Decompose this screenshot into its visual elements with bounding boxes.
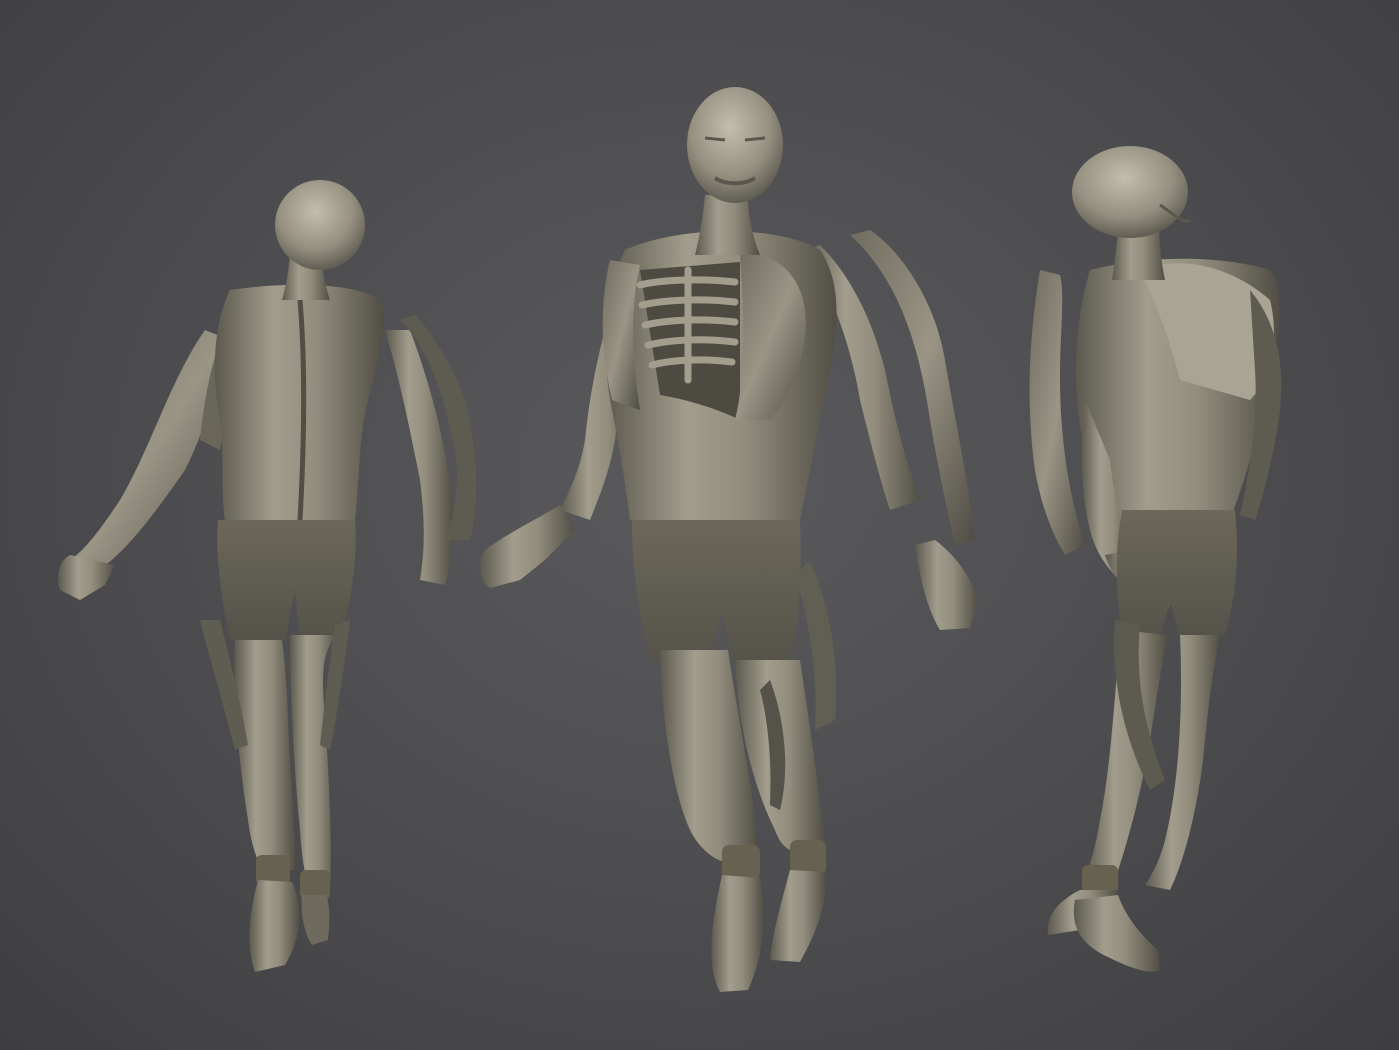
figure-back-view [58, 180, 477, 972]
sculpt-scene [58, 87, 1282, 992]
figure-front-view [480, 87, 978, 992]
sculpt-viewport [0, 0, 1399, 1050]
figure-side-view [1029, 146, 1282, 972]
